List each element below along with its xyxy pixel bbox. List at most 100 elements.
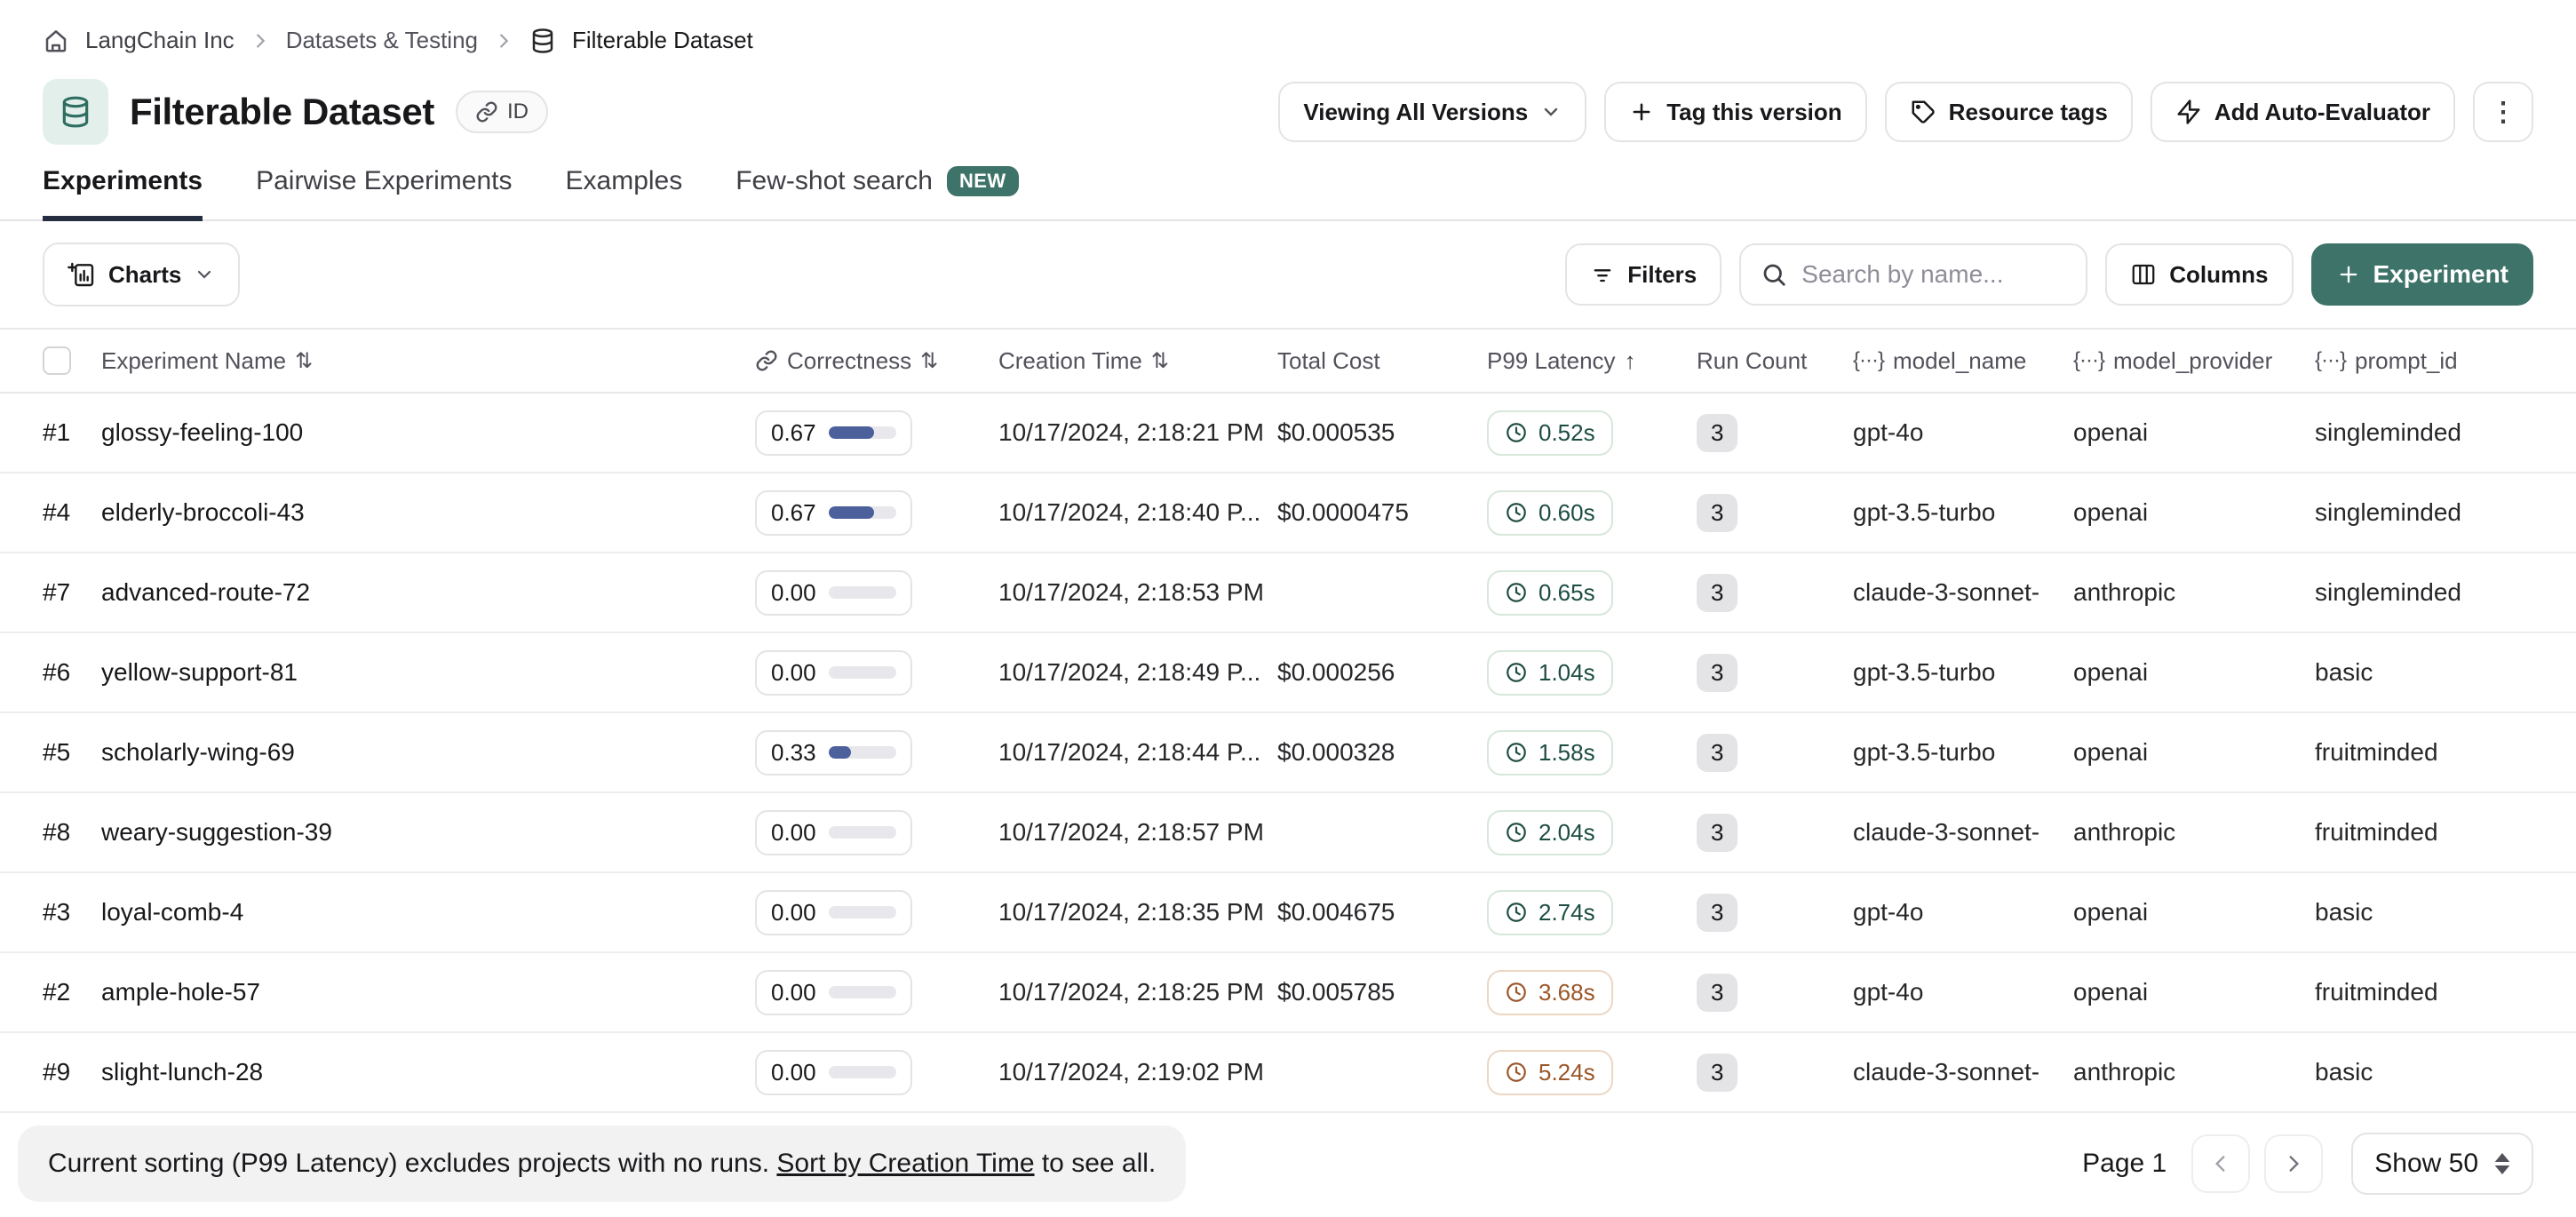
table-row[interactable]: #2 ample-hole-57 0.00 10/17/2024, 2:18:2…: [0, 953, 2576, 1033]
row-index: #4: [43, 498, 101, 527]
table-row[interactable]: #8 weary-suggestion-39 0.00 10/17/2024, …: [0, 793, 2576, 873]
column-header-run-count[interactable]: Run Count: [1697, 347, 1853, 375]
tab-few-shot-search[interactable]: Few-shot search NEW: [735, 166, 1018, 221]
table-row[interactable]: #4 elderly-broccoli-43 0.67 10/17/2024, …: [0, 473, 2576, 553]
table-row[interactable]: #3 loyal-comb-4 0.00 10/17/2024, 2:18:35…: [0, 873, 2576, 953]
row-menu-button[interactable]: ⋮: [2526, 655, 2544, 690]
row-menu-button[interactable]: ⋮: [2526, 735, 2544, 770]
row-index: #8: [43, 818, 101, 847]
prompt-id: basic: [2315, 898, 2526, 927]
header-more-menu-button[interactable]: ⋮: [2473, 82, 2533, 142]
column-header-model-provider[interactable]: {···} model_provider: [2073, 347, 2315, 375]
experiment-name-link[interactable]: weary-suggestion-39: [101, 818, 755, 847]
correctness-bar: [829, 986, 896, 998]
latency-value: 2.04s: [1538, 819, 1595, 847]
row-menu-button[interactable]: ⋮: [2526, 895, 2544, 930]
new-experiment-button[interactable]: Experiment: [2311, 243, 2534, 306]
chevron-right-icon: [250, 31, 270, 51]
row-menu-button[interactable]: ⋮: [2526, 1054, 2544, 1090]
experiment-name-link[interactable]: loyal-comb-4: [101, 898, 755, 927]
row-menu-button[interactable]: ⋮: [2526, 495, 2544, 530]
row-menu-button[interactable]: ⋮: [2526, 575, 2544, 610]
table-row[interactable]: #7 advanced-route-72 0.00 10/17/2024, 2:…: [0, 553, 2576, 633]
breadcrumb-current: Filterable Dataset: [572, 27, 753, 54]
table-row[interactable]: #6 yellow-support-81 0.00 10/17/2024, 2:…: [0, 633, 2576, 713]
experiment-name-link[interactable]: slight-lunch-28: [101, 1058, 755, 1086]
row-menu-button[interactable]: ⋮: [2526, 815, 2544, 850]
experiment-name-link[interactable]: glossy-feeling-100: [101, 418, 755, 447]
correctness-bar: [829, 666, 896, 679]
column-header-model-name[interactable]: {···} model_name: [1853, 347, 2073, 375]
model-name: gpt-4o: [1853, 898, 2073, 927]
column-header-creation-time[interactable]: Creation Time ⇅: [998, 347, 1277, 375]
model-name: claude-3-sonnet-: [1853, 818, 2073, 847]
creation-time: 10/17/2024, 2:19:02 PM: [998, 1058, 1277, 1086]
run-count-badge: 3: [1697, 1054, 1737, 1092]
model-provider: openai: [2073, 498, 2315, 527]
column-header-correctness[interactable]: Correctness ⇅: [755, 347, 998, 375]
row-menu-button[interactable]: ⋮: [2526, 974, 2544, 1010]
table-row[interactable]: #1 glossy-feeling-100 0.67 10/17/2024, 2…: [0, 394, 2576, 473]
column-header-p99-latency[interactable]: P99 Latency ↑: [1487, 347, 1697, 375]
breadcrumb-section[interactable]: Datasets & Testing: [286, 27, 478, 54]
add-auto-evaluator-button[interactable]: Add Auto-Evaluator: [2151, 82, 2455, 142]
row-index: #1: [43, 418, 101, 447]
new-badge: NEW: [947, 166, 1019, 196]
page-indicator: Page 1: [2082, 1149, 2167, 1179]
resource-tags-button[interactable]: Resource tags: [1885, 82, 2133, 142]
latency-pill: 2.04s: [1487, 810, 1613, 855]
table-row[interactable]: #5 scholarly-wing-69 0.33 10/17/2024, 2:…: [0, 713, 2576, 793]
breadcrumb-org[interactable]: LangChain Inc: [85, 27, 235, 54]
experiment-name-link[interactable]: ample-hole-57: [101, 978, 755, 1006]
experiment-name-link[interactable]: advanced-route-72: [101, 578, 755, 607]
correctness-bar-fill: [829, 506, 874, 519]
clock-icon: [1505, 421, 1528, 444]
versions-dropdown[interactable]: Viewing All Versions: [1278, 82, 1586, 142]
prompt-id: fruitminded: [2315, 978, 2526, 1006]
sort-icon[interactable]: ⇅: [1151, 348, 1169, 374]
page-size-select[interactable]: Show 50: [2351, 1133, 2533, 1195]
latency-pill: 3.68s: [1487, 970, 1613, 1015]
clock-icon: [1505, 981, 1528, 1004]
row-index: #7: [43, 578, 101, 607]
sort-icon[interactable]: ⇅: [295, 348, 313, 374]
model-provider: openai: [2073, 658, 2315, 687]
column-header-prompt-id[interactable]: {···} prompt_id: [2315, 347, 2526, 375]
total-cost: $0.000256: [1277, 658, 1487, 687]
prev-page-button[interactable]: [2191, 1134, 2250, 1193]
column-header-total-cost[interactable]: Total Cost: [1277, 347, 1487, 375]
run-count-badge: 3: [1697, 814, 1737, 852]
row-index: #9: [43, 1058, 101, 1086]
table-row[interactable]: #9 slight-lunch-28 0.00 10/17/2024, 2:19…: [0, 1033, 2576, 1113]
clock-icon: [1505, 901, 1528, 924]
sort-by-creation-time-link[interactable]: Sort by Creation Time: [776, 1149, 1034, 1178]
experiment-name-link[interactable]: scholarly-wing-69: [101, 738, 755, 767]
model-name: claude-3-sonnet-: [1853, 578, 2073, 607]
sort-asc-icon[interactable]: ↑: [1625, 347, 1636, 375]
tab-examples[interactable]: Examples: [566, 166, 683, 221]
tag-version-button[interactable]: Tag this version: [1604, 82, 1866, 142]
creation-time: 10/17/2024, 2:18:25 PM: [998, 978, 1277, 1006]
run-count-badge: 3: [1697, 654, 1737, 692]
row-menu-button[interactable]: ⋮: [2526, 415, 2544, 450]
filters-button[interactable]: Filters: [1565, 243, 1721, 306]
sort-icon[interactable]: ⇅: [920, 348, 938, 374]
tab-pairwise-experiments[interactable]: Pairwise Experiments: [256, 166, 512, 221]
next-page-button[interactable]: [2264, 1134, 2323, 1193]
correctness-value: 0.33: [771, 739, 816, 767]
plus-icon: [2336, 262, 2361, 287]
home-icon[interactable]: [43, 28, 69, 54]
correctness-bar: [829, 746, 896, 759]
columns-button[interactable]: Columns: [2105, 243, 2293, 306]
model-provider: openai: [2073, 898, 2315, 927]
select-all-checkbox[interactable]: [43, 346, 71, 375]
search-input[interactable]: [1801, 260, 2066, 289]
experiment-name-link[interactable]: elderly-broccoli-43: [101, 498, 755, 527]
tab-experiments[interactable]: Experiments: [43, 166, 203, 221]
experiment-name-link[interactable]: yellow-support-81: [101, 658, 755, 687]
column-header-experiment-name[interactable]: Experiment Name ⇅: [101, 347, 755, 375]
copy-id-button[interactable]: ID: [456, 91, 548, 133]
run-count-badge: 3: [1697, 574, 1737, 612]
correctness-value: 0.67: [771, 419, 816, 447]
charts-dropdown[interactable]: Charts: [43, 243, 240, 306]
